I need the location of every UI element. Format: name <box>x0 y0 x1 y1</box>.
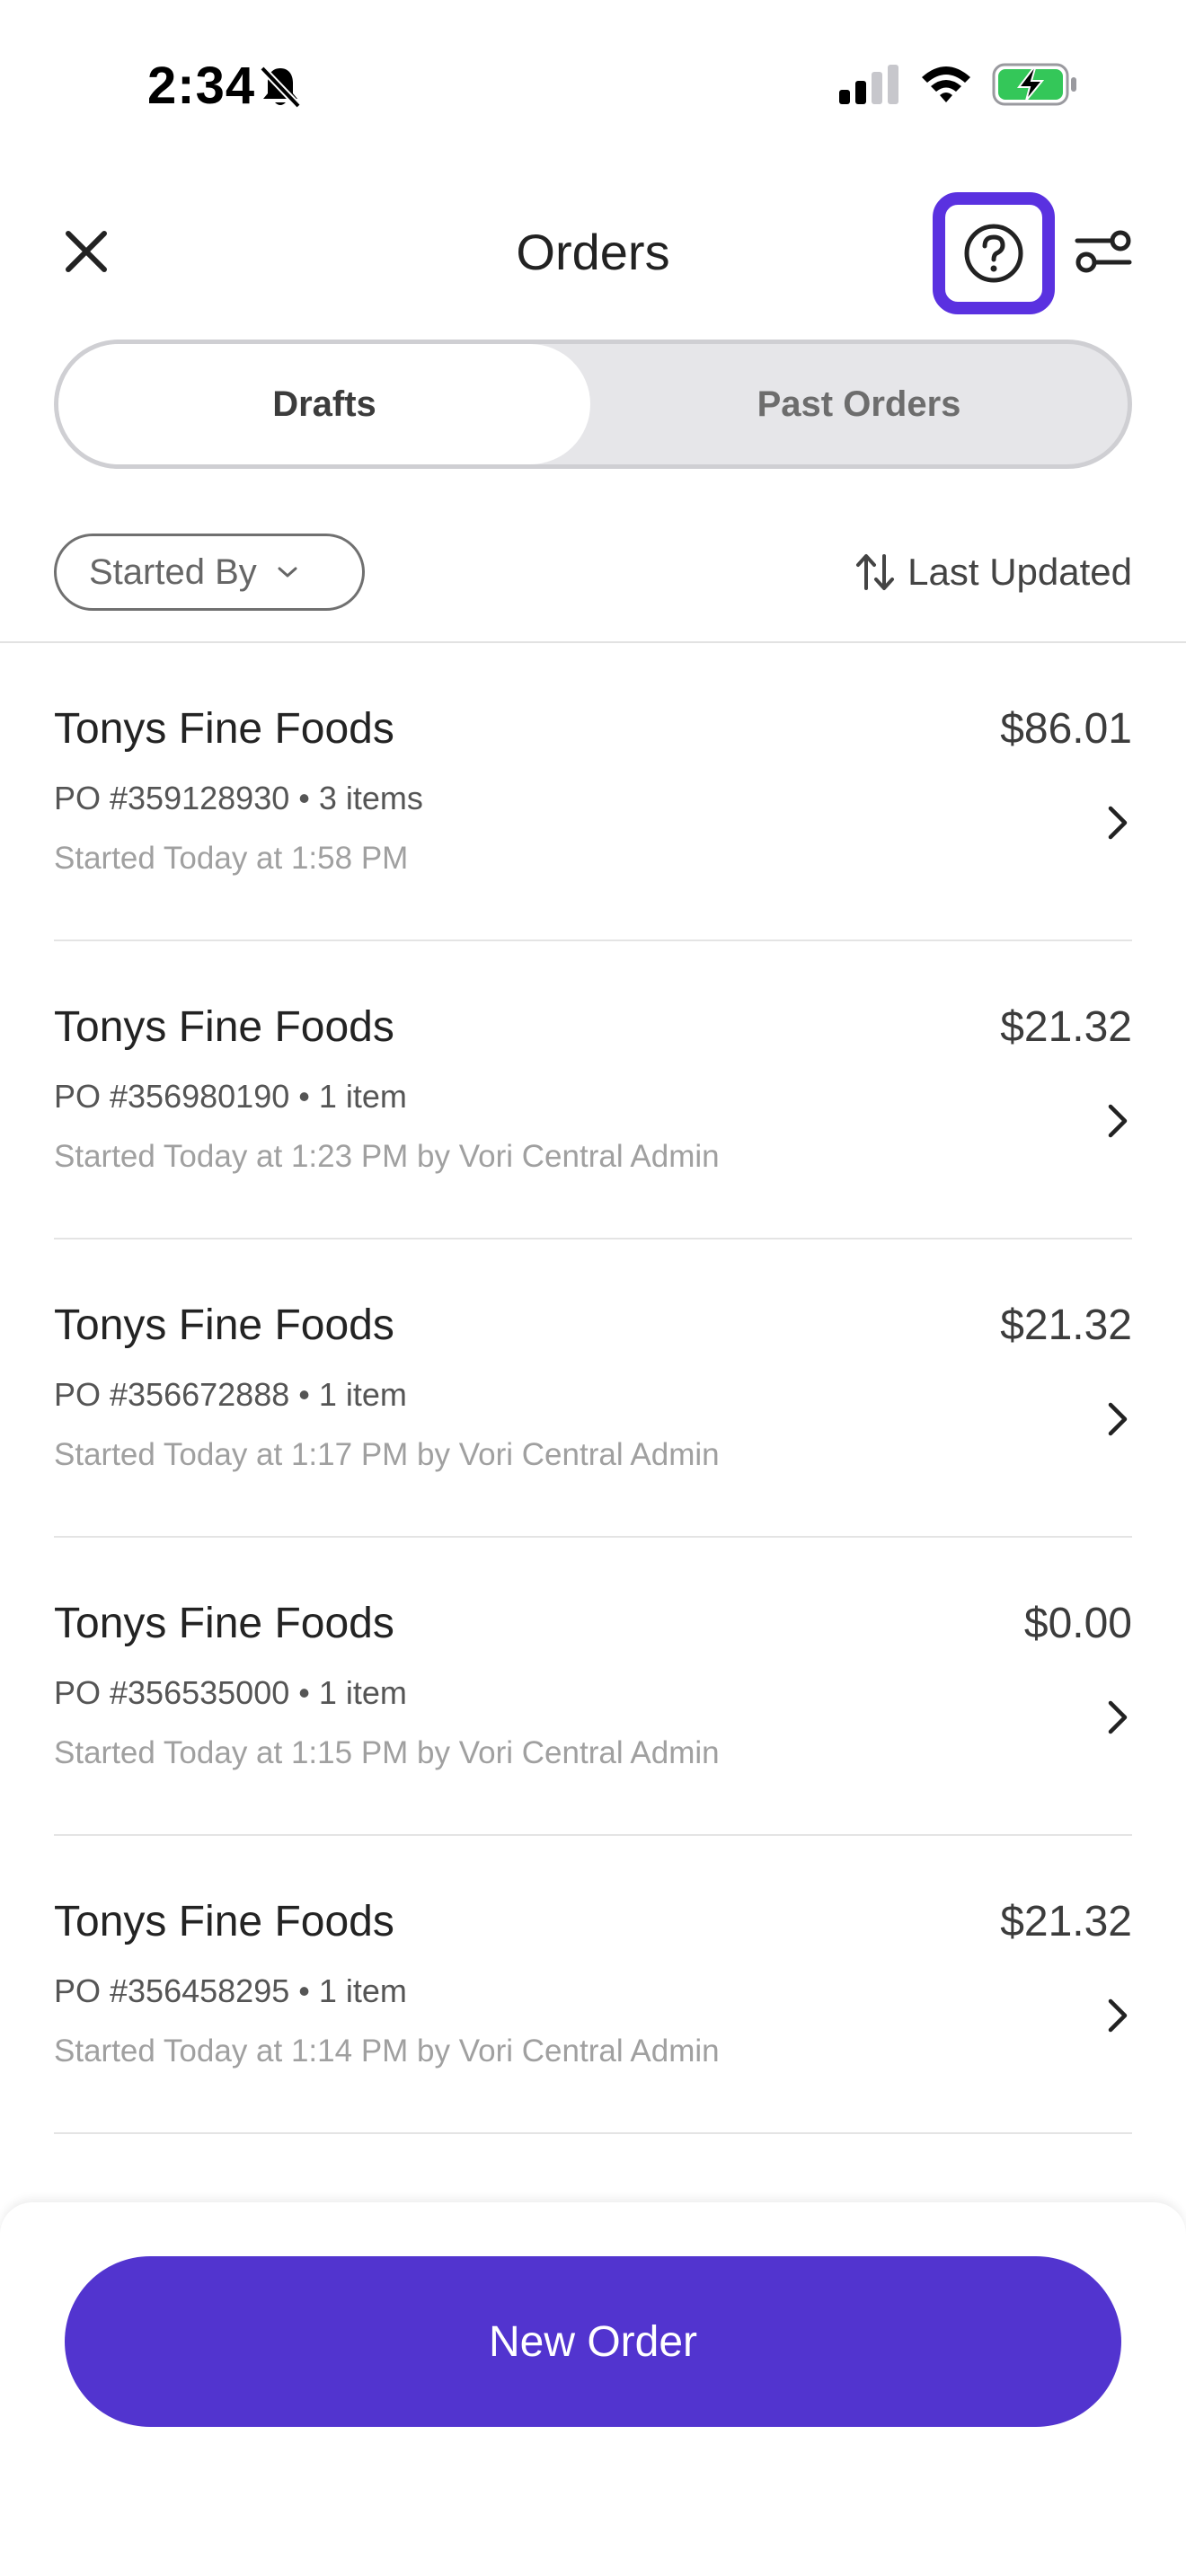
order-started: Started Today at 1:23 PM by Vori Central… <box>54 1139 720 1174</box>
order-vendor: Tonys Fine Foods <box>54 705 394 753</box>
order-po: PO #359128930 • 3 items <box>54 780 423 816</box>
chevron-right-icon <box>1107 1103 1128 1143</box>
order-amount: $0.00 <box>1023 1600 1132 1647</box>
bell-slash-icon <box>259 65 302 114</box>
new-order-button[interactable]: New Order <box>65 2256 1121 2427</box>
order-started: Started Today at 1:14 PM by Vori Central… <box>54 2033 720 2069</box>
bottom-action-panel: New Order <box>0 2202 1186 2576</box>
order-amount: $21.32 <box>1000 1898 1132 1945</box>
order-row[interactable]: Tonys Fine Foods $86.01 PO #359128930 • … <box>0 643 1186 941</box>
status-bar: 2:34 <box>0 0 1186 171</box>
order-tabs: Drafts Past Orders <box>54 340 1132 469</box>
order-po: PO #356458295 • 1 item <box>54 1972 407 2009</box>
order-po: PO #356535000 • 1 item <box>54 1674 407 1711</box>
row-divider <box>54 2132 1132 2134</box>
order-vendor: Tonys Fine Foods <box>54 1600 394 1647</box>
order-po: PO #356980190 • 1 item <box>54 1078 407 1115</box>
sort-label: Last Updated <box>907 551 1132 593</box>
started-by-filter[interactable]: Started By <box>54 534 365 611</box>
order-started: Started Today at 1:15 PM by Vori Central… <box>54 1735 720 1770</box>
signal-icon <box>839 65 902 109</box>
filter-button[interactable] <box>1067 219 1139 284</box>
help-button[interactable] <box>933 192 1055 314</box>
order-amount: $21.32 <box>1000 1003 1132 1051</box>
order-row[interactable]: Tonys Fine Foods $0.00 PO #356535000 • 1… <box>0 1538 1186 1836</box>
order-list: Tonys Fine Foods $86.01 PO #359128930 • … <box>0 643 1186 2134</box>
order-vendor: Tonys Fine Foods <box>54 1898 394 1945</box>
chevron-down-icon <box>277 565 298 579</box>
chevron-right-icon <box>1107 1401 1128 1442</box>
order-started: Started Today at 1:58 PM <box>54 841 409 876</box>
wifi-icon <box>918 63 974 109</box>
order-vendor: Tonys Fine Foods <box>54 1003 394 1051</box>
chevron-right-icon <box>1107 1998 1128 2038</box>
tab-past-orders[interactable]: Past Orders <box>590 344 1128 464</box>
chevron-right-icon <box>1107 805 1128 845</box>
order-row[interactable]: Tonys Fine Foods $21.32 PO #356458295 • … <box>0 1836 1186 2134</box>
order-started: Started Today at 1:17 PM by Vori Central… <box>54 1437 720 1472</box>
battery-charging-icon <box>992 63 1078 110</box>
sort-button[interactable]: Last Updated <box>855 544 1132 600</box>
filter-sliders-icon <box>1075 230 1132 273</box>
status-time: 2:34 <box>147 57 256 115</box>
header: Orders <box>0 180 1186 323</box>
sort-arrows-icon <box>855 552 895 592</box>
order-amount: $86.01 <box>1000 705 1132 753</box>
order-row[interactable]: Tonys Fine Foods $21.32 PO #356980190 • … <box>0 941 1186 1239</box>
order-amount: $21.32 <box>1000 1301 1132 1349</box>
order-vendor: Tonys Fine Foods <box>54 1301 394 1349</box>
order-row[interactable]: Tonys Fine Foods $21.32 PO #356672888 • … <box>0 1239 1186 1538</box>
tab-drafts[interactable]: Drafts <box>58 344 590 464</box>
help-icon <box>964 224 1023 283</box>
order-po: PO #356672888 • 1 item <box>54 1376 407 1413</box>
chevron-right-icon <box>1107 1699 1128 1740</box>
started-by-label: Started By <box>89 551 257 592</box>
